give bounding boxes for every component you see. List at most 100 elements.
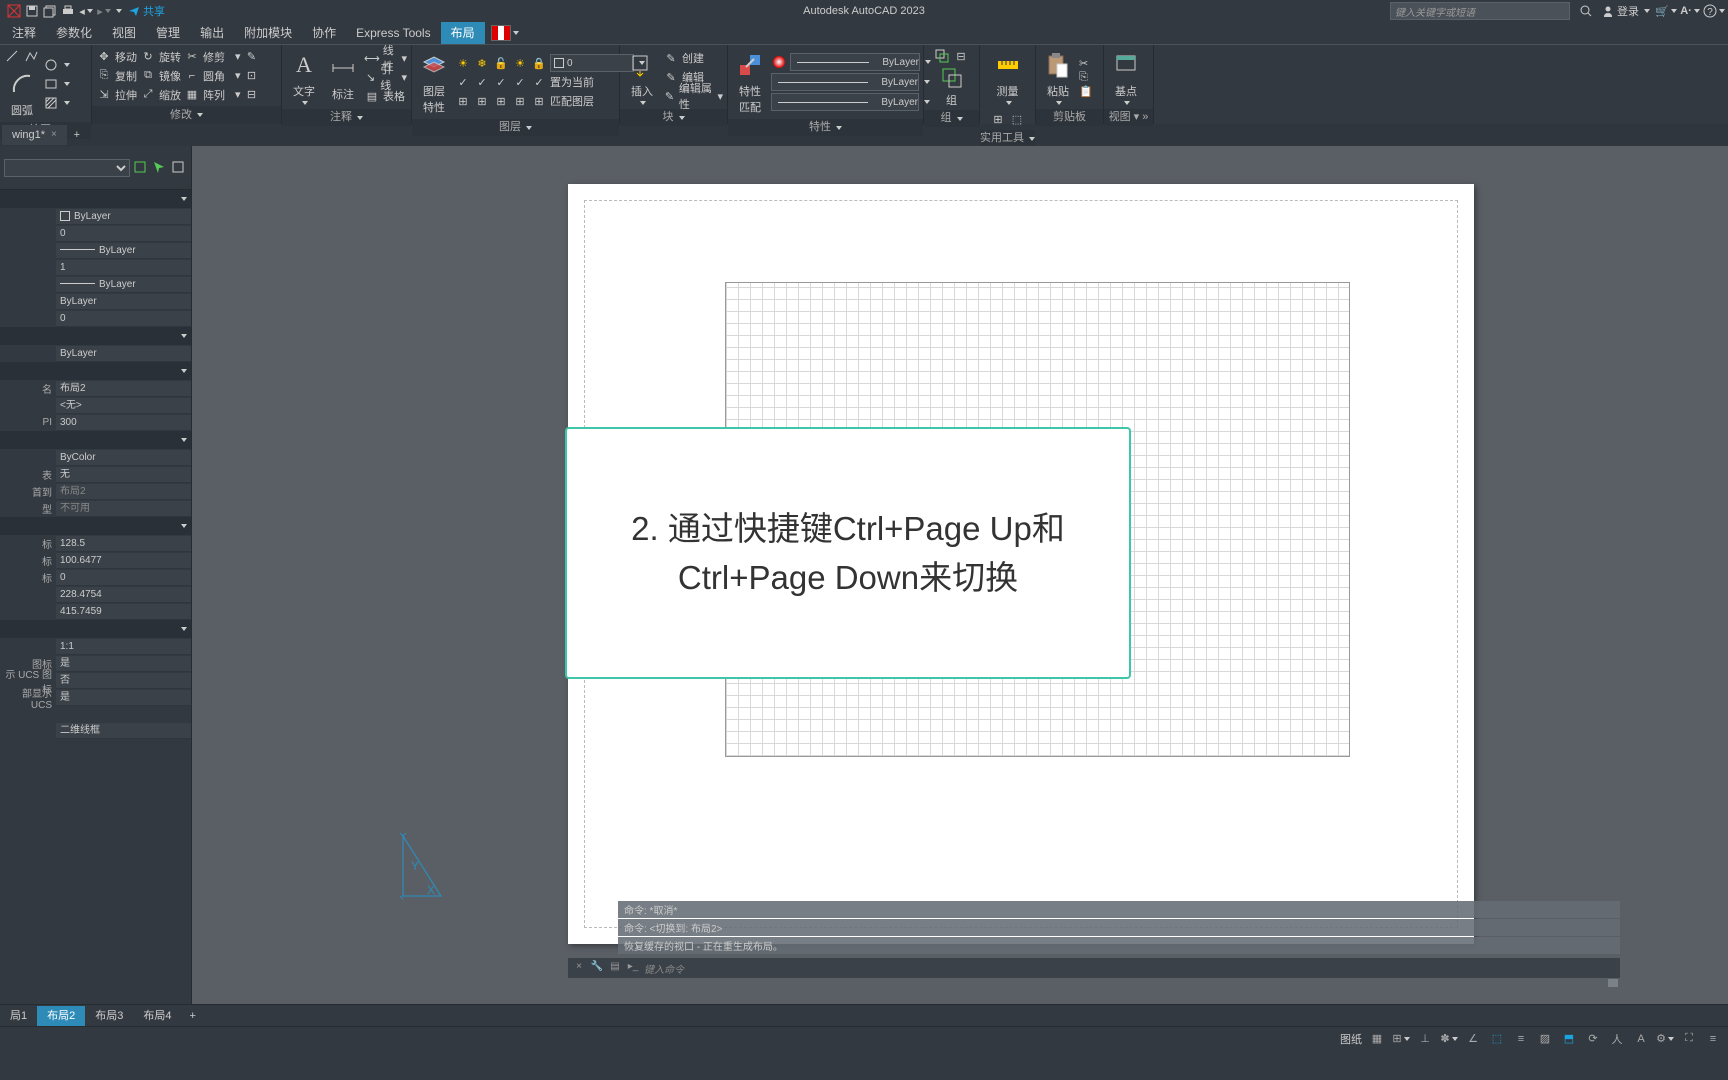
- close-cmd-icon[interactable]: ×: [572, 961, 586, 975]
- layout-tab[interactable]: 布局4: [133, 1006, 181, 1026]
- table-button[interactable]: ▤表格: [364, 87, 407, 105]
- panel-props-label[interactable]: 特性: [728, 119, 923, 136]
- tab-collab[interactable]: 协作: [302, 22, 346, 44]
- cart-icon[interactable]: 🛒: [1658, 3, 1674, 19]
- prop-row[interactable]: 表无: [0, 466, 191, 483]
- customize-icon[interactable]: ≡: [1704, 1030, 1722, 1048]
- login-button[interactable]: 登录: [1602, 3, 1650, 19]
- panel-layer-label[interactable]: 图层: [412, 119, 619, 136]
- calc-icon[interactable]: ⊞: [990, 111, 1006, 127]
- linetype-dropdown[interactable]: ByLayer: [771, 93, 919, 111]
- command-line[interactable]: × 🔧 ▤ ▸_ 键入命令: [568, 958, 1620, 978]
- help-icon[interactable]: ?: [1706, 3, 1722, 19]
- prop-section-header[interactable]: [0, 190, 191, 208]
- prop-section-header[interactable]: [0, 327, 191, 345]
- osnap-icon[interactable]: ∠: [1464, 1030, 1482, 1048]
- hatch-icon[interactable]: [43, 95, 59, 111]
- prop-row[interactable]: 标0: [0, 569, 191, 586]
- offset-icon[interactable]: ⊡: [244, 68, 260, 84]
- pickadd-icon[interactable]: [171, 160, 187, 176]
- ortho-icon[interactable]: ⊥: [1416, 1030, 1434, 1048]
- lineweight-dropdown[interactable]: ByLayer: [771, 73, 919, 91]
- erase-icon[interactable]: ⊟: [244, 87, 260, 103]
- lineweight-icon[interactable]: ≡: [1512, 1030, 1530, 1048]
- prop-row[interactable]: 0: [0, 310, 191, 327]
- file-tab[interactable]: wing1*×: [2, 125, 67, 145]
- panel-group-label[interactable]: 组: [924, 110, 979, 127]
- layout-tab[interactable]: 布局2: [37, 1006, 85, 1026]
- redo-icon[interactable]: ▸: [96, 3, 112, 19]
- arc-button[interactable]: 圆弧: [4, 66, 40, 120]
- cut-icon[interactable]: ✂: [1079, 57, 1093, 70]
- qat-dropdown-icon[interactable]: [116, 9, 122, 13]
- tab-param[interactable]: 参数化: [46, 22, 102, 44]
- max-icon[interactable]: ⛶: [1680, 1030, 1698, 1048]
- tab-addon[interactable]: 附加模块: [234, 22, 302, 44]
- cycling-icon[interactable]: ⟳: [1584, 1030, 1602, 1048]
- tab-annotate[interactable]: 注释: [2, 22, 46, 44]
- prop-row[interactable]: ByLayer: [0, 208, 191, 225]
- annotation-icon[interactable]: 人: [1608, 1030, 1626, 1048]
- copy-button[interactable]: ⎘复制: [96, 67, 137, 85]
- layout-tab[interactable]: 局1: [0, 1006, 37, 1026]
- prop-section-header[interactable]: [0, 517, 191, 535]
- block-attr-button[interactable]: ✎编辑属性▾: [663, 87, 723, 105]
- tab-layout[interactable]: 布局: [441, 22, 485, 44]
- panel-modify-label[interactable]: 修改: [92, 106, 281, 124]
- prop-row[interactable]: 名布局2: [0, 380, 191, 397]
- trim-button[interactable]: ✂修剪▾: [184, 48, 241, 66]
- search-input[interactable]: 键入关键字或短语: [1390, 2, 1570, 20]
- tab-manage[interactable]: 管理: [146, 22, 190, 44]
- copy-clip-icon[interactable]: ⎘: [1079, 71, 1093, 84]
- ungroup-icon[interactable]: ⊟: [953, 48, 969, 64]
- prop-row[interactable]: 标100.6477: [0, 552, 191, 569]
- move-button[interactable]: ✥移动: [96, 48, 137, 66]
- prop-row[interactable]: ByLayer: [0, 293, 191, 310]
- rect-icon[interactable]: [43, 76, 59, 92]
- prop-row[interactable]: 二维线框: [0, 722, 191, 739]
- match-props-button[interactable]: 特性 匹配: [732, 47, 768, 117]
- group-button[interactable]: 组: [940, 66, 964, 108]
- prop-row[interactable]: 415.7459: [0, 603, 191, 620]
- transparency-icon[interactable]: ▨: [1536, 1030, 1554, 1048]
- explode-icon[interactable]: ✎: [244, 49, 260, 65]
- tab-view[interactable]: 视图: [102, 22, 146, 44]
- prop-row[interactable]: 标128.5: [0, 535, 191, 552]
- prop-row[interactable]: 首到布局2: [0, 483, 191, 500]
- select-icon[interactable]: ⬚: [1009, 111, 1025, 127]
- cmd-recent-icon[interactable]: ▤: [608, 961, 622, 975]
- insert-button[interactable]: 插入: [624, 47, 660, 107]
- polyline-icon[interactable]: [23, 48, 39, 64]
- rotate-button[interactable]: ↻旋转: [140, 48, 181, 66]
- leader-button[interactable]: ↘引线▾: [364, 68, 407, 86]
- text-button[interactable]: A文字: [286, 47, 322, 107]
- anno-scale-icon[interactable]: A: [1632, 1030, 1650, 1048]
- paste-button[interactable]: 粘贴: [1040, 47, 1076, 107]
- block-create-button[interactable]: ✎创建: [663, 49, 723, 67]
- prop-row[interactable]: PI300: [0, 414, 191, 431]
- select-objects-icon[interactable]: [152, 160, 168, 176]
- line-icon[interactable]: [4, 48, 20, 64]
- prop-row[interactable]: 0: [0, 225, 191, 242]
- prop-row[interactable]: 1:1: [0, 638, 191, 655]
- prop-row[interactable]: 型不可用: [0, 500, 191, 517]
- layout-tab[interactable]: 布局3: [85, 1006, 133, 1026]
- undo-icon[interactable]: ◂: [78, 3, 94, 19]
- layer-props-button[interactable]: 图层 特性: [416, 47, 452, 117]
- selection-icon[interactable]: ⬒: [1560, 1030, 1578, 1048]
- dim-button[interactable]: 标注: [325, 50, 361, 104]
- print-icon[interactable]: [60, 3, 76, 19]
- save-all-icon[interactable]: [42, 3, 58, 19]
- stretch-button[interactable]: ⇲拉伸: [96, 86, 137, 104]
- prop-section-header[interactable]: [0, 431, 191, 449]
- color-dropdown[interactable]: ByLayer: [790, 53, 920, 71]
- prop-row[interactable]: 部显示 UCS是: [0, 689, 191, 706]
- close-tab-icon[interactable]: ×: [51, 125, 57, 145]
- paper-space-toggle[interactable]: 图纸: [1340, 1031, 1362, 1047]
- prop-row[interactable]: ByLayer: [0, 242, 191, 259]
- quick-select-icon[interactable]: [133, 160, 149, 176]
- snap-icon[interactable]: ⊞: [1392, 1030, 1410, 1048]
- paste-clip-icon[interactable]: 📋: [1079, 85, 1093, 98]
- fillet-button[interactable]: ⌐圆角▾: [184, 67, 241, 85]
- flag-icon[interactable]: [491, 25, 511, 41]
